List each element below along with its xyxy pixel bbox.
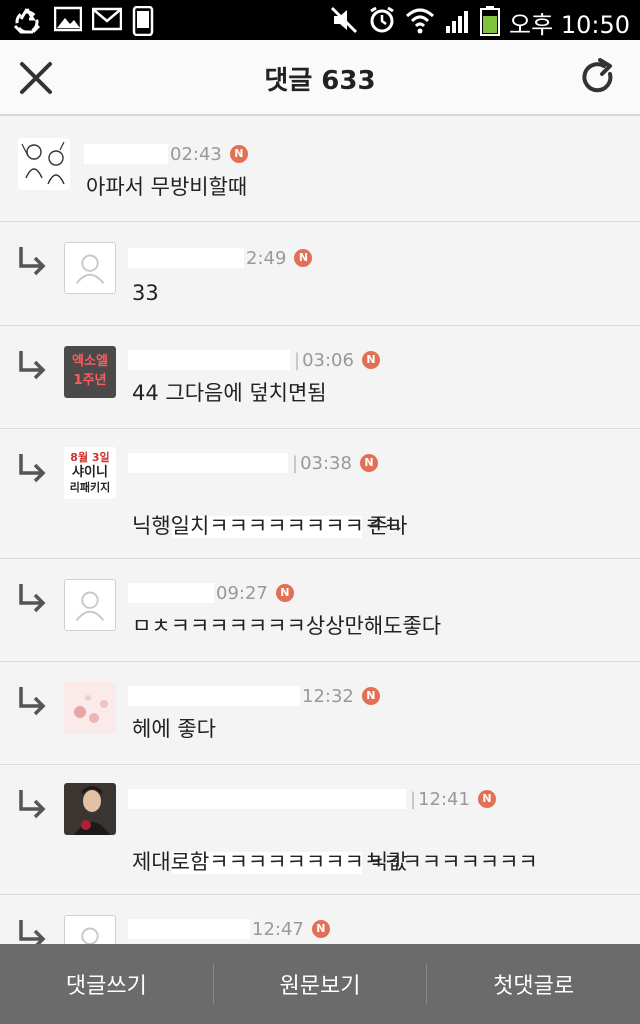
reply-arrow-icon [19,687,46,716]
comment-text: 44 그다음에 덮치면됨 [132,381,327,405]
comment-text: ㅁㅊㅋㅋㅋㅋㅋㅋㅋ상상만해도좋다 [132,614,442,638]
default-avatar-icon [64,579,116,631]
comment-time: 2:49 [246,247,287,269]
recycle-icon [13,8,41,34]
avatar [64,783,116,835]
masked-username [128,583,214,603]
comment-time: 03:38 [300,452,352,474]
masked-username [128,248,244,268]
avatar [64,682,116,734]
avatar-text: 8월 3일 [70,451,110,464]
page-title: 댓글 633 [264,66,376,96]
avatar-text: 리패키지 [69,481,111,494]
gmail-icon [92,7,122,31]
bottom-action-bar: 댓글쓰기 원문보기 첫댓글로 [0,944,640,1024]
new-badge: N [229,145,248,163]
avatar [18,138,70,190]
battery-icon [480,6,500,36]
masked-username [128,919,250,939]
avatar: 엑소엘 1주년 [64,346,116,398]
comment-item[interactable]: 엑소엘 1주년 | 03:06 N 44 그다음에 덮치면됨 [0,326,640,429]
refresh-icon[interactable] [580,58,618,98]
comment-item[interactable]: 12:47 N [0,895,640,944]
comment-text: 헤에 좋다 [132,717,216,741]
comment-time: 03:06 [302,349,354,371]
comment-meta: | 03:06 N [128,348,380,372]
comment-time: 09:27 [216,582,268,604]
view-original-button[interactable]: 원문보기 [214,944,427,1024]
new-badge: N [311,920,330,938]
write-comment-button[interactable]: 댓글쓰기 [0,944,213,1024]
signal-icon [446,11,468,33]
comment-item[interactable]: 8월 3일 샤이니 리패키지 | 03:38 N 존나 닉행일치ㅋㅋㅋㅋㅋㅋㅋㅋ… [0,429,640,559]
new-badge: N [361,351,380,369]
reply-arrow-icon [19,351,46,380]
avatar-text: 1주년 [73,373,107,388]
comment-time: 12:41 [418,788,470,810]
comment-meta: 12:47 N [128,917,330,941]
comment-item[interactable]: 09:27 N ㅁㅊㅋㅋㅋㅋㅋㅋㅋ상상만해도좋다 [0,559,640,662]
comment-meta: 02:43 N [84,142,248,166]
comment-meta: 09:27 N [128,581,294,605]
reply-arrow-icon [19,790,46,819]
masked-username [128,789,406,809]
wifi-icon [405,8,435,34]
comment-item[interactable]: 12:32 N 헤에 좋다 [0,662,640,765]
avatar-text: 엑소엘 [72,354,108,369]
comment-time: 12:32 [302,685,354,707]
header: 댓글 633 [0,40,640,116]
avatar-text: 샤이니 [72,465,108,480]
default-avatar-icon [64,242,116,294]
comment-time: 12:47 [252,918,304,940]
new-badge: N [361,687,380,705]
reply-arrow-icon [19,247,46,276]
comment-text: 제대로함ㅋㅋㅋㅋㅋㅋㅋㅋㅋㅋㅋㅋㅋㅋㅋㅋㅋ [132,850,538,874]
mute-icon [330,6,358,34]
comment-meta: | 03:38 N [128,451,378,475]
comment-meta: 2:49 N [128,246,313,270]
masked-username [84,144,168,164]
alarm-icon [370,6,394,33]
new-badge: N [359,454,378,472]
comment-item[interactable]: 2:49 N 33 [0,222,640,326]
comment-item[interactable]: | 12:41 N 닉값 제대로함ㅋㅋㅋㅋㅋㅋㅋㅋㅋㅋㅋㅋㅋㅋㅋㅋㅋ [0,765,640,895]
comment-item[interactable]: 02:43 N 아파서 무방비할때 [0,118,640,222]
new-badge: N [477,790,496,808]
masked-username [128,350,290,370]
default-avatar-icon [64,915,116,944]
masked-username [128,686,300,706]
new-badge: N [275,584,294,602]
first-comment-button[interactable]: 첫댓글로 [427,944,640,1024]
status-bar: 오후 10:50 [0,0,640,40]
status-time: 오후 10:50 [509,11,630,39]
reply-arrow-icon [19,920,46,944]
avatar: 8월 3일 샤이니 리패키지 [64,447,116,499]
comment-text: 33 [132,281,159,305]
comment-meta: 12:32 N [128,684,380,708]
reply-arrow-icon [19,454,46,483]
masked-username [128,453,288,473]
phone-icon [132,6,154,36]
image-icon [54,6,82,32]
new-badge: N [294,249,313,267]
comment-time: 02:43 [170,143,222,165]
reply-arrow-icon [19,584,46,613]
comment-text: 아파서 무방비할때 [86,175,248,199]
comment-meta: | 12:41 N [128,787,496,811]
comment-text: 닉행일치ㅋㅋㅋㅋㅋㅋㅋㅋㅋㅋ [132,514,403,538]
comment-list[interactable]: 02:43 N 아파서 무방비할때 2:49 N 33 엑소엘 1주년 | 03… [0,118,640,944]
